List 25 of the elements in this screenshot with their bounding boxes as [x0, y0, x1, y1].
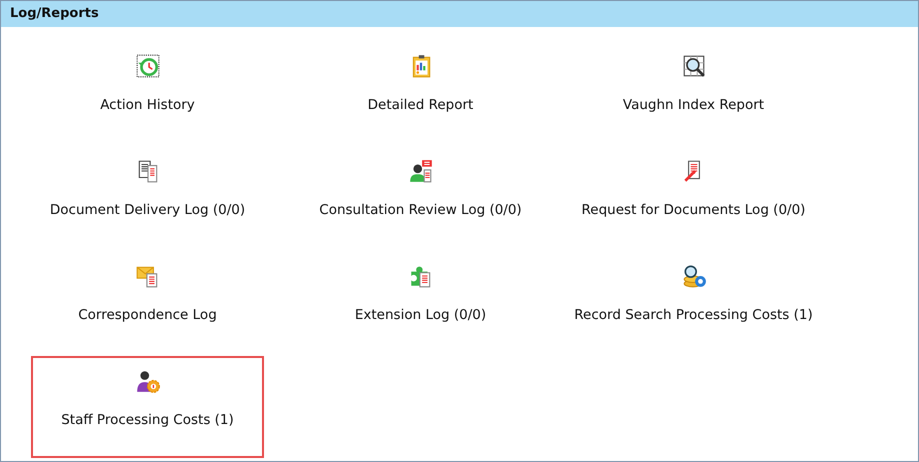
report-label: Extension Log (0/0)	[354, 306, 486, 325]
report-tile[interactable]: Document Delivery Log (0/0)	[31, 146, 264, 248]
highlighted-report-tile[interactable]: Staff Processing Costs (1)	[31, 356, 264, 458]
report-tile[interactable]: Record Search Processing Costs (1)	[577, 251, 810, 353]
report-tile[interactable]: Vaughn Index Report	[577, 41, 810, 143]
coins-magnifier-icon	[680, 263, 706, 289]
report-label: Record Search Processing Costs (1)	[574, 306, 813, 325]
report-label: Detailed Report	[368, 96, 474, 115]
clock-icon	[134, 53, 160, 79]
report-tile[interactable]: Request for Documents Log (0/0)	[577, 146, 810, 248]
report-tile[interactable]: Action History	[31, 41, 264, 143]
panel-title: Log/Reports	[10, 5, 99, 24]
report-label: Vaughn Index Report	[622, 96, 764, 115]
report-tile[interactable]: Consultation Review Log (0/0)	[304, 146, 537, 248]
magnifier-grid-icon	[680, 53, 706, 79]
report-tile[interactable]: Extension Log (0/0)	[304, 251, 537, 353]
report-label: Staff Processing Costs (1)	[61, 411, 234, 430]
report-label: Action History	[100, 96, 195, 115]
report-tile[interactable]: Detailed Report	[304, 41, 537, 143]
report-tile[interactable]: Correspondence Log	[31, 251, 264, 353]
report-label: Request for Documents Log (0/0)	[582, 201, 806, 220]
report-label: Consultation Review Log (0/0)	[319, 201, 522, 220]
report-label: Correspondence Log	[78, 306, 217, 325]
report-label: Document Delivery Log (0/0)	[50, 201, 246, 220]
person-chat-icon	[408, 158, 434, 184]
